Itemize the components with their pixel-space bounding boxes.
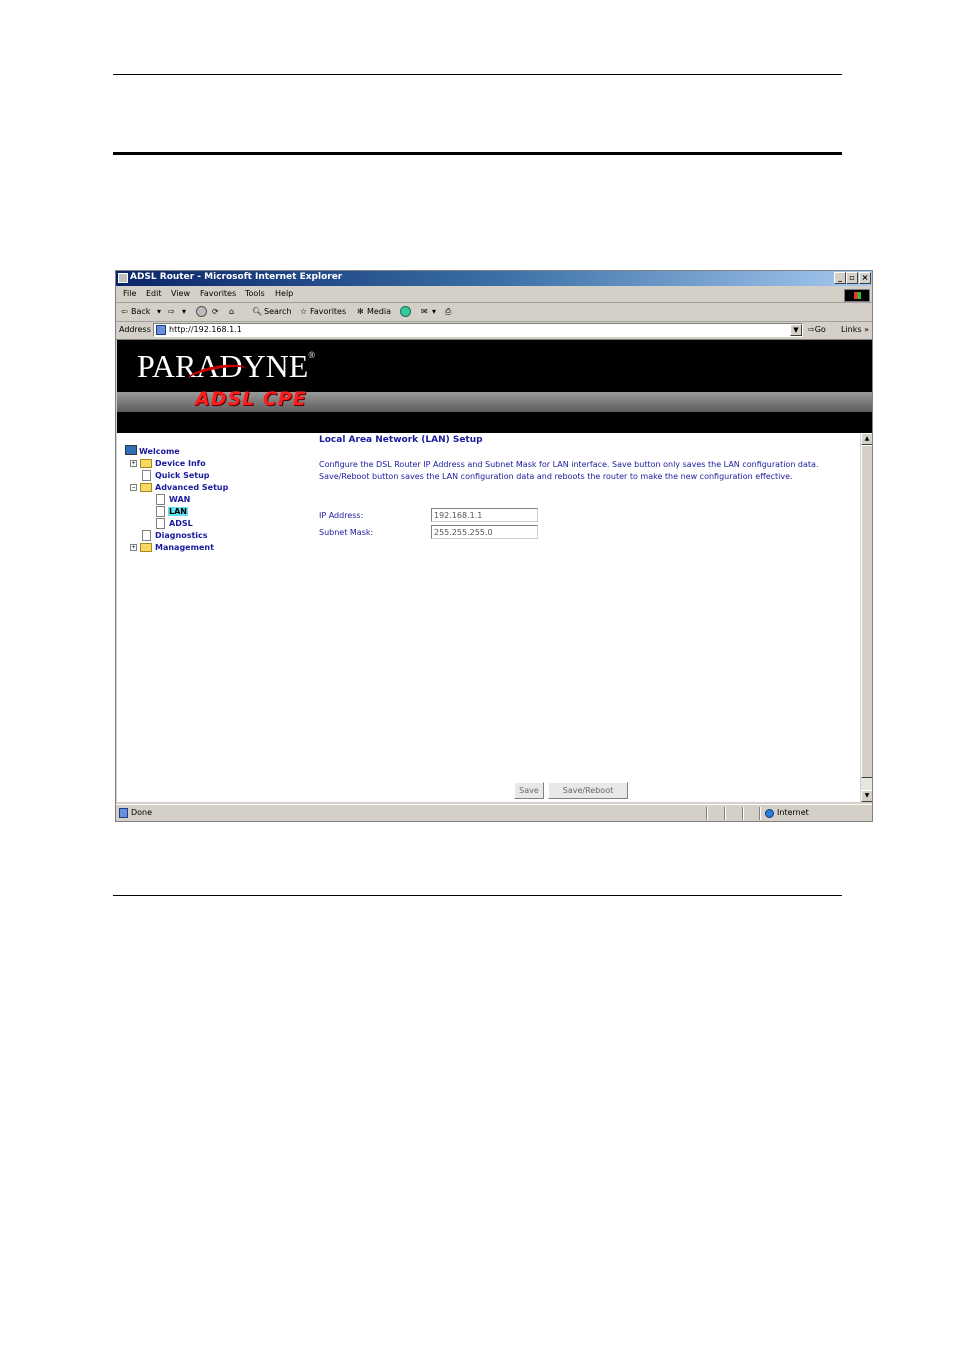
tree-label: Quick Setup xyxy=(155,471,210,480)
menu-help[interactable]: Help xyxy=(275,289,293,298)
tree-label: Welcome xyxy=(139,447,180,456)
favorites-button[interactable]: Favorites xyxy=(310,307,346,316)
address-input[interactable]: http://192.168.1.1 ▼ xyxy=(153,323,803,337)
ip-address-input[interactable]: 192.168.1.1 xyxy=(431,508,538,522)
page-description: Configure the DSL Router IP Address and … xyxy=(319,460,819,481)
forward-dropdown-icon[interactable]: ▾ xyxy=(182,307,186,316)
home-icon[interactable]: ⌂ xyxy=(229,307,234,316)
history-icon[interactable] xyxy=(400,306,411,317)
document-icon xyxy=(142,470,151,481)
folder-icon xyxy=(140,543,152,552)
ie-icon xyxy=(118,273,128,283)
browser-window: ADSL Router - Microsoft Internet Explore… xyxy=(115,270,873,822)
content-area: Welcome + Device Info Quick Setup − Adva… xyxy=(117,433,860,802)
forward-arrow-icon[interactable]: ⇨ xyxy=(168,307,175,316)
subnet-mask-input[interactable]: 255.255.255.0 xyxy=(431,525,538,539)
media-icon[interactable]: ✻ xyxy=(357,307,364,316)
vertical-scrollbar[interactable]: ▲ ▼ xyxy=(861,433,872,802)
links-button[interactable]: Links » xyxy=(841,325,869,334)
zone-text: Internet xyxy=(777,808,809,817)
bottom-rule xyxy=(113,895,842,896)
status-divider xyxy=(742,807,744,820)
window-title: ADSL Router - Microsoft Internet Explore… xyxy=(130,272,343,282)
stop-icon[interactable] xyxy=(196,306,207,317)
status-divider xyxy=(706,807,708,820)
document-icon xyxy=(156,506,165,517)
computer-icon xyxy=(125,445,137,455)
menu-favorites[interactable]: Favorites xyxy=(200,289,236,298)
search-icon[interactable]: 🔍︎ xyxy=(252,307,262,316)
scroll-up-icon[interactable]: ▲ xyxy=(861,433,872,445)
menu-edit[interactable]: Edit xyxy=(146,289,162,298)
save-button[interactable]: Save xyxy=(514,782,544,799)
print-icon[interactable]: ⎙ xyxy=(445,307,451,317)
save-reboot-button[interactable]: Save/Reboot xyxy=(548,782,628,799)
search-button[interactable]: Search xyxy=(264,307,291,316)
menu-file[interactable]: File xyxy=(123,289,136,298)
menu-view[interactable]: View xyxy=(171,289,190,298)
header-rule xyxy=(113,152,842,155)
address-dropdown-icon[interactable]: ▼ xyxy=(790,324,802,336)
done-page-icon xyxy=(119,808,128,818)
refresh-icon[interactable]: ⟳ xyxy=(212,307,219,316)
page-icon xyxy=(156,325,166,335)
tree-label: Device Info xyxy=(155,459,206,468)
top-rule xyxy=(113,74,842,75)
address-label: Address xyxy=(119,325,151,334)
tree-label: LAN xyxy=(168,507,188,516)
tree-label: ADSL xyxy=(169,519,193,528)
minimize-button[interactable]: _ xyxy=(834,272,846,284)
open-folder-icon xyxy=(140,483,152,492)
menu-bar: File Edit View Favorites Tools Help xyxy=(116,287,872,303)
document-icon xyxy=(156,494,165,505)
tree-label: Management xyxy=(155,543,214,552)
internet-zone-icon xyxy=(765,809,774,818)
expand-icon[interactable]: + xyxy=(130,460,137,467)
document-icon xyxy=(142,530,151,541)
mail-icon[interactable]: ✉ xyxy=(421,307,428,316)
tree-label: WAN xyxy=(169,495,191,504)
maximize-button[interactable]: ▫ xyxy=(846,272,858,284)
toolbar: ⇦ Back ▾ ⇨ ▾ ⟳ ⌂ 🔍︎ Search ☆ Favorites ✻… xyxy=(116,303,872,322)
title-bar[interactable]: ADSL Router - Microsoft Internet Explore… xyxy=(116,271,872,286)
registered-mark: ® xyxy=(308,350,316,360)
address-bar: Address http://192.168.1.1 ▼ ⇨Go Links » xyxy=(116,322,872,340)
status-text: Done xyxy=(131,808,153,817)
folder-icon xyxy=(140,459,152,468)
close-button[interactable]: × xyxy=(859,272,871,284)
collapse-icon[interactable]: − xyxy=(130,484,137,491)
paradyne-banner: PARADYNE® ADSL CPE xyxy=(117,340,872,433)
go-label: Go xyxy=(814,325,826,334)
windows-logo-icon xyxy=(844,289,870,302)
tree-label: Advanced Setup xyxy=(155,483,229,492)
tree-label: Diagnostics xyxy=(155,531,208,540)
status-bar: Done Internet xyxy=(116,804,872,821)
subnet-mask-label: Subnet Mask: xyxy=(319,528,374,537)
scroll-thumb[interactable] xyxy=(861,445,872,778)
status-divider xyxy=(724,807,726,820)
back-arrow-icon[interactable]: ⇦ xyxy=(121,307,128,316)
scroll-down-icon[interactable]: ▼ xyxy=(861,790,872,802)
back-dropdown-icon[interactable]: ▾ xyxy=(157,307,161,316)
media-button[interactable]: Media xyxy=(367,307,391,316)
menu-tools[interactable]: Tools xyxy=(245,289,265,298)
document-icon xyxy=(156,518,165,529)
banner-subtitle: ADSL CPE xyxy=(195,388,307,410)
page-title: Local Area Network (LAN) Setup xyxy=(319,435,483,445)
mail-dropdown-icon[interactable]: ▾ xyxy=(432,307,436,316)
favorites-icon[interactable]: ☆ xyxy=(300,307,307,316)
go-button[interactable]: ⇨Go xyxy=(808,325,826,334)
back-button[interactable]: Back xyxy=(131,307,150,316)
expand-icon[interactable]: + xyxy=(130,544,137,551)
status-divider xyxy=(759,807,761,820)
ip-address-label: IP Address: xyxy=(319,511,364,520)
address-url: http://192.168.1.1 xyxy=(169,325,242,334)
